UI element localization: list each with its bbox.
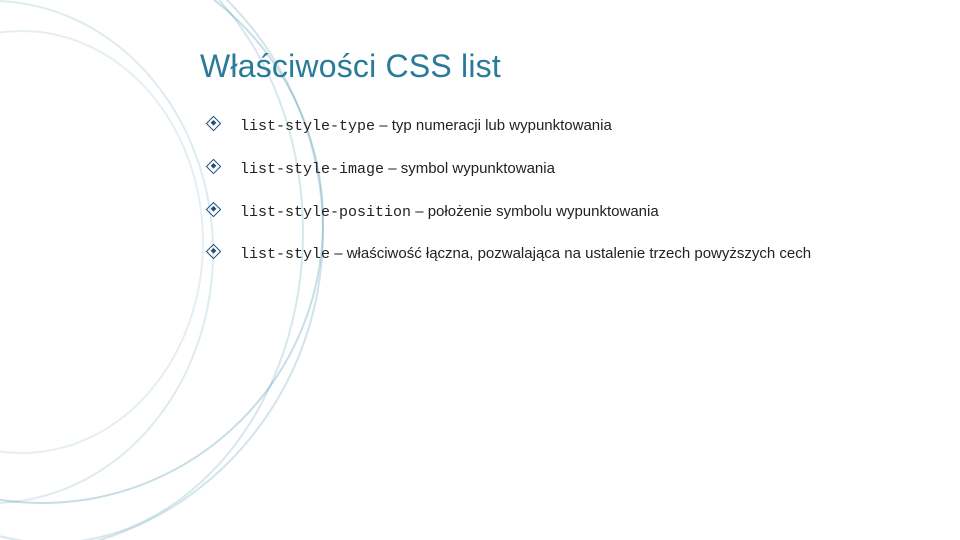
item-desc: – położenie symbolu wypunktowania (415, 203, 658, 220)
diamond-bullet-icon (206, 158, 222, 174)
item-list: list-style-type – typ numeracji lub wypu… (200, 115, 900, 266)
slide: Właściwości CSS list list-style-type – t… (0, 0, 960, 540)
item-code: list-style-image (240, 161, 384, 178)
item-desc: – symbol wypunktowania (388, 160, 555, 177)
diamond-bullet-icon (206, 244, 222, 260)
diamond-bullet-icon (206, 201, 222, 217)
item-code: list-style-position (240, 204, 411, 221)
item-desc: – właściwość łączna, pozwalająca na usta… (334, 245, 811, 262)
list-item: list-style – właściwość łączna, pozwalaj… (226, 243, 900, 266)
diamond-bullet-icon (206, 116, 222, 132)
item-desc: – typ numeracji lub wypunktowania (379, 117, 612, 134)
list-item: list-style-image – symbol wypunktowania (226, 158, 900, 181)
page-title: Właściwości CSS list (200, 48, 900, 85)
item-code: list-style (240, 246, 330, 263)
list-item: list-style-type – typ numeracji lub wypu… (226, 115, 900, 138)
list-item: list-style-position – położenie symbolu … (226, 201, 900, 224)
item-code: list-style-type (240, 118, 375, 135)
